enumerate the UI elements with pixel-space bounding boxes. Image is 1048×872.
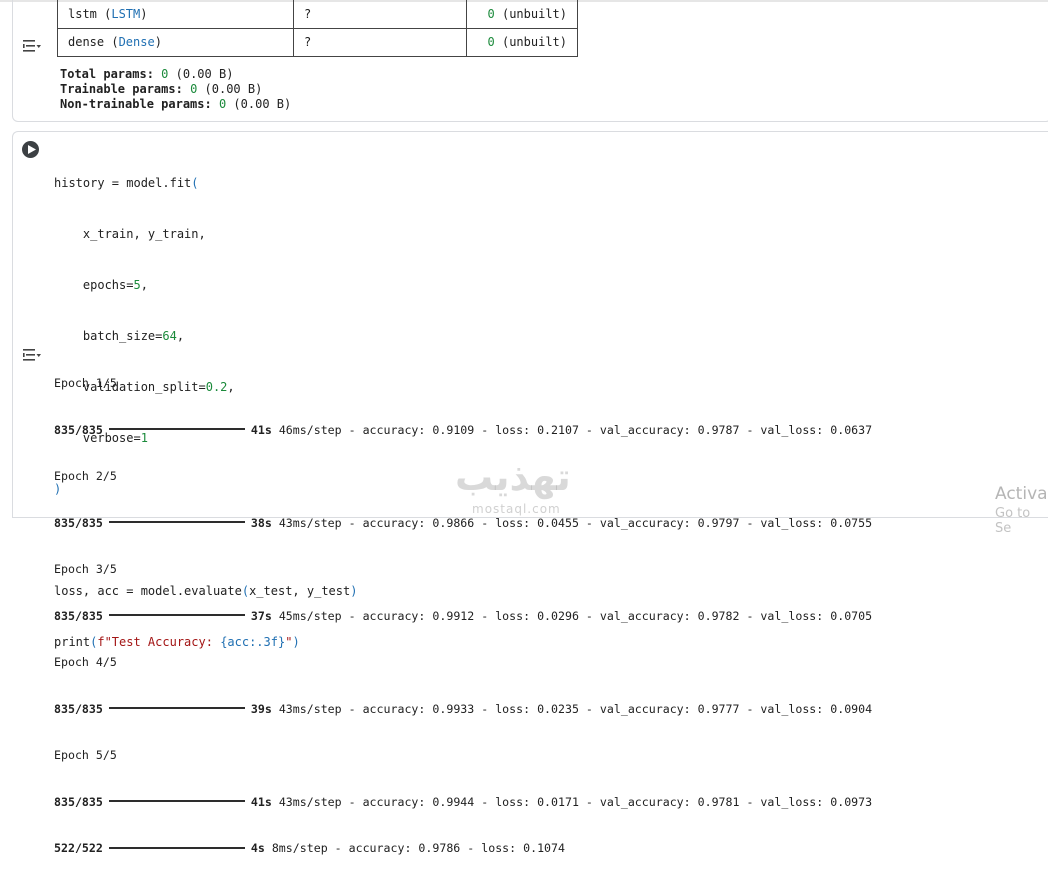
param-count-cell: 0 (unbuilt) xyxy=(466,27,578,57)
trainable-params-label: Trainable params: xyxy=(60,82,183,96)
code-token: , xyxy=(140,278,148,292)
code-line: history = model.fit( xyxy=(54,175,357,192)
nontrainable-params-value: 0 xyxy=(218,97,227,111)
progress-bar xyxy=(108,846,245,849)
total-params: Total params: 0 (0.00 B) xyxy=(60,67,291,82)
epoch-label: Epoch 3/5 xyxy=(54,562,117,576)
param-count-cell: 0 (unbuilt) xyxy=(466,0,578,29)
table-row: dense (Dense) ? 0 (unbuilt) xyxy=(57,27,578,57)
code-token: 64 xyxy=(162,329,177,343)
step-count: 835/835 xyxy=(54,701,103,716)
code-line: x_train, y_train, xyxy=(54,227,206,241)
nontrainable-params-label: Non-trainable params: xyxy=(60,97,212,111)
table-row: lstm (LSTM) ? 0 (unbuilt) xyxy=(57,0,578,29)
progress-line: 835/835 39s 43ms/step - accuracy: 0.9933 … xyxy=(54,702,872,718)
layer-type[interactable]: LSTM xyxy=(111,7,140,21)
progress-line: 835/835 37s 45ms/step - accuracy: 0.9912 … xyxy=(54,609,872,625)
output-shape-cell: ? xyxy=(293,27,467,57)
progress-bar xyxy=(108,521,245,523)
eval-metrics: 8ms/step - accuracy: 0.9786 - loss: 0.10… xyxy=(271,841,565,855)
progress-line: 835/835 41s 43ms/step - accuracy: 0.9944 … xyxy=(54,795,872,811)
epoch-label: Epoch 5/5 xyxy=(54,748,117,762)
trainable-params: Trainable params: 0 (0.00 B) xyxy=(60,82,291,97)
progress-line: 835/835 41s 46ms/step - accuracy: 0.9109 … xyxy=(54,423,872,439)
epoch-metrics: 46ms/step - accuracy: 0.9109 - loss: 0.2… xyxy=(278,422,873,437)
code-line: batch_size=64, xyxy=(54,328,357,345)
progress-bar xyxy=(108,428,245,430)
nontrainable-params-size: (0.00 B) xyxy=(233,97,292,111)
training-output: Epoch 1/5 835/835 41s 46ms/step - accurac… xyxy=(54,345,872,872)
epoch-time: 41s xyxy=(250,422,272,437)
layer-cell: dense (Dense) xyxy=(57,27,294,57)
layer-name: dense xyxy=(68,35,105,49)
progress-line: 522/522 4s 8ms/step - accuracy: 0.9786 - … xyxy=(54,841,872,857)
output-shape-cell: ? xyxy=(293,0,467,29)
nontrainable-params: Non-trainable params: 0 (0.00 B) xyxy=(60,97,291,112)
code-token: epochs= xyxy=(54,278,134,292)
total-params-size: (0.00 B) xyxy=(175,67,234,81)
epoch-label: Epoch 4/5 xyxy=(54,655,117,669)
trainable-params-size: (0.00 B) xyxy=(204,82,263,96)
progress-bar xyxy=(108,614,245,616)
epoch-time: 39s xyxy=(250,701,272,716)
run-cell-button[interactable] xyxy=(22,141,39,158)
play-icon xyxy=(27,145,36,154)
total-params-label: Total params: xyxy=(60,67,154,81)
epoch-metrics: 43ms/step - accuracy: 0.9944 - loss: 0.0… xyxy=(278,794,873,809)
param-note: (unbuilt) xyxy=(501,6,567,21)
epoch-time: 41s xyxy=(250,794,272,809)
param-count: 0 xyxy=(487,35,495,49)
progress-bar xyxy=(108,707,245,709)
code-line: epochs=5, xyxy=(54,277,357,294)
code-token: ( xyxy=(191,176,199,190)
activate-windows-title: Activa xyxy=(995,484,1048,504)
code-token: batch_size= xyxy=(54,329,163,343)
layer-name: lstm xyxy=(68,6,97,21)
eval-time: 4s xyxy=(250,841,265,855)
trainable-params-value: 0 xyxy=(190,82,198,96)
param-note: (unbuilt) xyxy=(501,35,567,49)
code-token: 5 xyxy=(133,278,141,292)
code-token: , xyxy=(176,329,185,343)
step-count: 522/522 xyxy=(54,841,103,855)
epoch-metrics: 45ms/step - accuracy: 0.9912 - loss: 0.0… xyxy=(278,608,873,623)
param-count: 0 xyxy=(487,6,495,21)
step-count: 835/835 xyxy=(54,608,103,623)
progress-bar xyxy=(108,800,245,802)
epoch-time: 37s xyxy=(250,608,272,623)
output-toggle-icon[interactable] xyxy=(21,38,43,54)
watermark-logo: تهذيب xyxy=(455,455,571,499)
code-token: history = model.fit xyxy=(54,176,192,190)
layer-cell: lstm (LSTM) xyxy=(57,0,294,29)
model-summary-table: lstm (LSTM) ? 0 (unbuilt) dense (Dense) … xyxy=(57,0,578,57)
activate-windows-subtitle: Go to Se xyxy=(995,506,1031,536)
step-count: 835/835 xyxy=(54,422,103,437)
watermark-caption: mostaql.com xyxy=(472,502,561,516)
epoch-metrics: 43ms/step - accuracy: 0.9933 - loss: 0.0… xyxy=(278,701,873,716)
total-params-value: 0 xyxy=(161,67,169,81)
param-totals: Total params: 0 (0.00 B) Trainable param… xyxy=(60,67,291,112)
output-toggle-icon[interactable] xyxy=(21,347,43,363)
epoch-label: Epoch 1/5 xyxy=(54,376,117,390)
step-count: 835/835 xyxy=(54,794,103,809)
layer-type[interactable]: Dense xyxy=(119,35,155,49)
